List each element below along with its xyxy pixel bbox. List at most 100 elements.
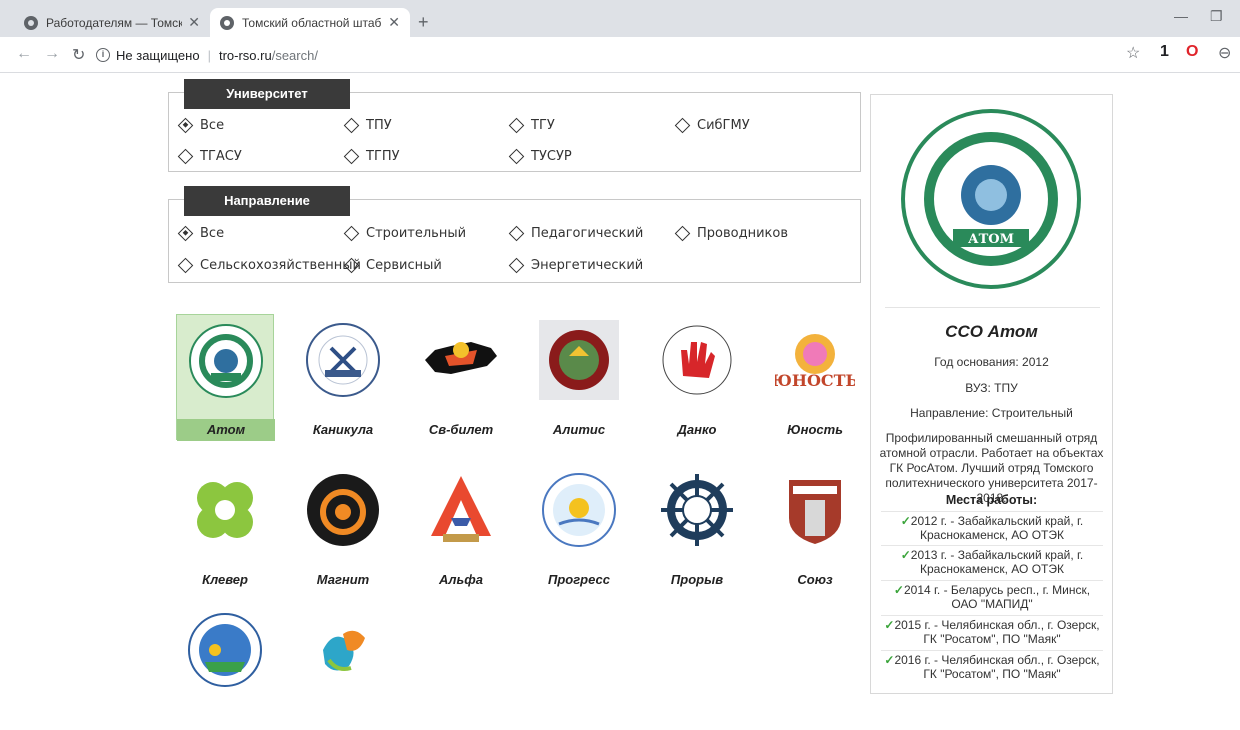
check-icon: ✓ bbox=[884, 618, 895, 632]
klever-logo-icon bbox=[197, 482, 253, 538]
radio-diamond-icon bbox=[177, 117, 194, 134]
squad-card-atom[interactable]: Атом bbox=[176, 314, 275, 441]
university-filter: Университет Все ТПУ ТГУ СибГМУ ТГАСУ ТГП… bbox=[168, 79, 861, 172]
option-label: Проводников bbox=[697, 226, 788, 241]
squad-name: Прорыв bbox=[670, 572, 724, 587]
security-label: Не защищено bbox=[116, 47, 200, 63]
option-label: Сервисный bbox=[366, 258, 442, 273]
star-icon[interactable]: ☆ bbox=[1126, 43, 1140, 63]
option-label: Сельскохозяйственный bbox=[200, 258, 361, 273]
squad-name: Юность bbox=[787, 422, 843, 437]
soyuz-logo-icon bbox=[789, 480, 841, 544]
url-field[interactable]: i Не защищено | tro-rso.ru /search/ bbox=[96, 41, 1146, 69]
radio-diamond-icon bbox=[508, 225, 525, 242]
job-item: ✓2016 г. - Челябинская обл., г. Озерск, … bbox=[881, 650, 1103, 681]
option-label: ТГУ bbox=[531, 118, 555, 133]
squad-university: ВУЗ: ТПУ bbox=[965, 381, 1018, 395]
job-text: 2015 г. - Челябинская обл., г. Озерск, Г… bbox=[894, 618, 1100, 646]
squad-card-danko[interactable]: Данко bbox=[648, 314, 746, 440]
opera-icon[interactable]: O bbox=[1186, 43, 1198, 61]
squad-card-sv-bilet[interactable]: Св-билет bbox=[412, 314, 510, 440]
squad-title: ССО Атом bbox=[945, 322, 1038, 341]
radio-diamond-icon bbox=[343, 257, 360, 274]
globe-icon bbox=[24, 15, 38, 30]
info-icon[interactable]: i bbox=[96, 48, 110, 62]
job-item: ✓2015 г. - Челябинская обл., г. Озерск, … bbox=[881, 615, 1103, 646]
kanikula-logo-icon bbox=[306, 323, 380, 397]
squad-name: Алитис bbox=[552, 422, 606, 437]
browser-tab-search[interactable]: Томский областной штаб студе ✕ bbox=[210, 8, 410, 37]
university-option-all[interactable]: Все bbox=[177, 117, 224, 134]
squad-card-alitis[interactable]: Алитис bbox=[530, 314, 628, 440]
divider bbox=[885, 307, 1100, 308]
direction-option-all[interactable]: Все bbox=[177, 225, 224, 242]
maximize-icon[interactable]: ❐ bbox=[1210, 8, 1223, 25]
minimize-icon[interactable]: — bbox=[1174, 8, 1188, 24]
squad-name: Прогресс bbox=[548, 572, 610, 587]
squad-logo-icon bbox=[188, 613, 262, 687]
squad-logo-icon bbox=[323, 630, 365, 671]
squad-name: Св-билет bbox=[428, 422, 494, 437]
radio-diamond-icon bbox=[508, 257, 525, 274]
radio-diamond-icon bbox=[674, 117, 691, 134]
browser-tab-employers[interactable]: Работодателям — Томский шта ✕ bbox=[14, 8, 210, 37]
danko-logo-icon bbox=[662, 325, 732, 395]
university-option-tpu[interactable]: ТПУ bbox=[343, 117, 392, 134]
radio-diamond-icon bbox=[343, 148, 360, 165]
close-tab-icon[interactable]: ✕ bbox=[388, 14, 400, 31]
atom-logo-icon bbox=[189, 324, 263, 398]
direction-filter: Направление Все Строительный Педагогичес… bbox=[168, 186, 861, 283]
job-item: ✓2013 г. - Забайкальский край, г. Красно… bbox=[881, 545, 1103, 576]
squad-card-proryv[interactable]: Прорыв bbox=[648, 464, 746, 590]
squad-card-kanikula[interactable]: Каникула bbox=[294, 314, 392, 440]
radio-diamond-icon bbox=[177, 257, 194, 274]
founded-year: Год основания: 2012 bbox=[934, 355, 1049, 369]
reload-icon[interactable]: ↻ bbox=[72, 45, 85, 65]
job-text: 2012 г. - Забайкальский край, г. Краснок… bbox=[910, 514, 1084, 542]
check-icon: ✓ bbox=[900, 514, 911, 528]
close-tab-icon[interactable]: ✕ bbox=[188, 14, 200, 31]
forward-icon[interactable]: → bbox=[44, 45, 60, 63]
back-icon[interactable]: ← bbox=[16, 45, 32, 63]
squad-card-progress[interactable]: Прогресс bbox=[530, 464, 628, 590]
radio-diamond-icon bbox=[674, 225, 691, 242]
direction-option-construction[interactable]: Строительный bbox=[343, 225, 466, 242]
url-host: tro-rso.ru bbox=[218, 47, 272, 63]
extension-badge[interactable]: 1 bbox=[1160, 43, 1169, 61]
svg-text:ЮНОСТЬ: ЮНОСТЬ bbox=[775, 371, 855, 390]
squad-card-magnit[interactable]: Магнит bbox=[294, 464, 392, 590]
university-option-tgpu[interactable]: ТГПУ bbox=[343, 148, 400, 165]
squad-card-row3-2[interactable] bbox=[294, 604, 392, 730]
option-label: ТГАСУ bbox=[200, 149, 242, 164]
university-option-sibgmu[interactable]: СибГМУ bbox=[674, 117, 750, 134]
direction-option-energy[interactable]: Энергетический bbox=[508, 257, 643, 274]
university-option-tusur[interactable]: ТУСУР bbox=[508, 148, 572, 165]
direction-option-pedagogical[interactable]: Педагогический bbox=[508, 225, 643, 242]
squad-card-yunost[interactable]: ЮНОСТЬ Юность bbox=[766, 314, 864, 440]
check-icon: ✓ bbox=[884, 653, 895, 667]
account-icon[interactable]: ⊖ bbox=[1218, 43, 1231, 63]
radio-diamond-icon bbox=[343, 225, 360, 242]
university-option-tgasu[interactable]: ТГАСУ bbox=[177, 148, 242, 165]
squad-card-klever[interactable]: Клевер bbox=[176, 464, 274, 590]
option-label: ТГПУ bbox=[366, 149, 400, 164]
direction-option-conductors[interactable]: Проводников bbox=[674, 225, 788, 242]
radio-diamond-icon bbox=[343, 117, 360, 134]
tab-title: Работодателям — Томский шта bbox=[46, 15, 183, 30]
job-text: 2014 г. - Беларусь респ., г. Минск, ОАО … bbox=[903, 583, 1091, 611]
new-tab-button[interactable]: + bbox=[418, 12, 429, 33]
direction-option-agricultural[interactable]: Сельскохозяйственный bbox=[177, 257, 361, 274]
emblem-name: АТОМ bbox=[968, 232, 1014, 247]
atom-emblem-icon: АТОМ bbox=[899, 107, 1083, 291]
yunost-logo-icon: ЮНОСТЬ bbox=[775, 334, 855, 390]
squad-card-soyuz[interactable]: Союз bbox=[766, 464, 864, 590]
squad-detail-panel: АТОМ ССО Атом Год основания: 2012 ВУЗ: Т… bbox=[870, 94, 1113, 694]
squad-name: Союз bbox=[797, 572, 833, 587]
squad-direction: Направление: Строительный bbox=[910, 406, 1073, 420]
squad-card-row3-1[interactable] bbox=[176, 604, 274, 730]
direction-option-service[interactable]: Сервисный bbox=[343, 257, 442, 274]
university-option-tgu[interactable]: ТГУ bbox=[508, 117, 555, 134]
squad-card-alfa[interactable]: Альфа bbox=[412, 464, 510, 590]
page-content: Университет Все ТПУ ТГУ СибГМУ ТГАСУ ТГП… bbox=[0, 74, 1240, 694]
direction-filter-heading: Направление bbox=[184, 186, 350, 216]
